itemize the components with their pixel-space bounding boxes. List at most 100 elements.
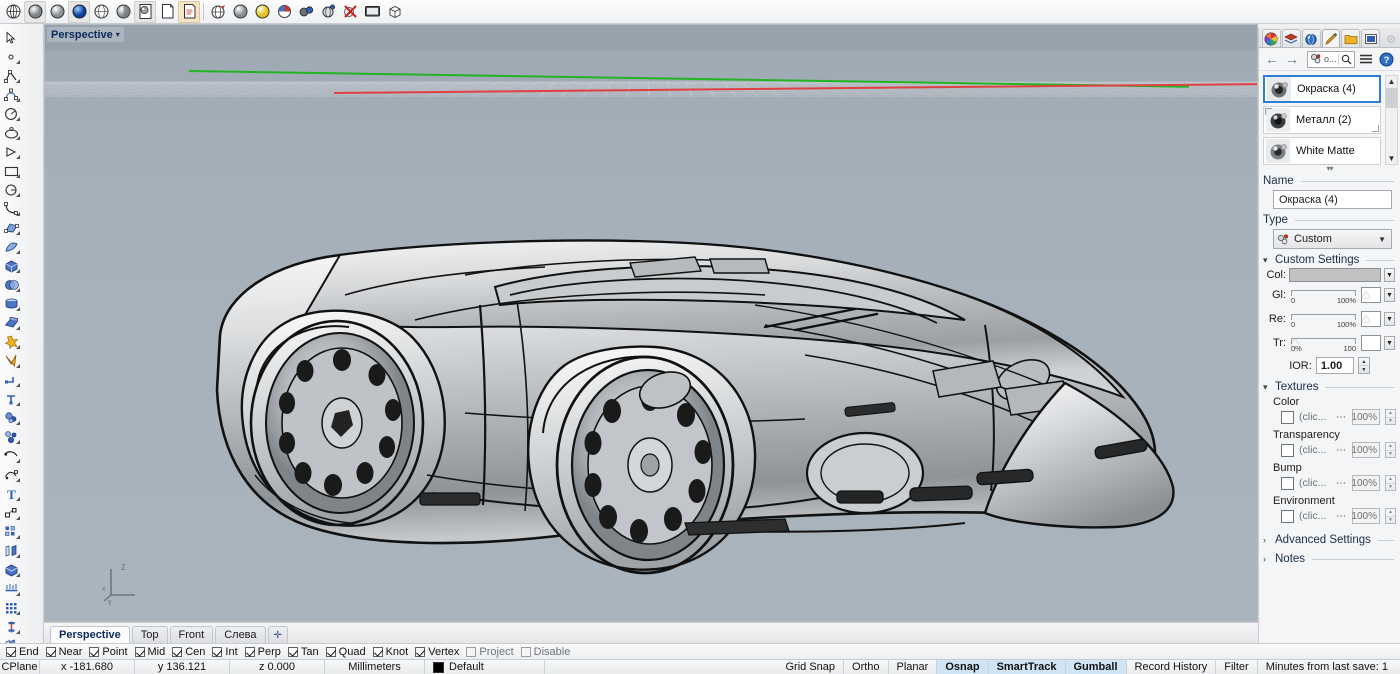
texture-color-click-label[interactable]: (clic...	[1299, 411, 1331, 423]
rendered-viewport-icon[interactable]	[46, 1, 68, 23]
checkbox[interactable]	[245, 647, 255, 657]
box-edit-icon[interactable]	[0, 560, 22, 579]
scroll-up-arrow-icon[interactable]: ▲	[1388, 76, 1396, 87]
stepper-up-arrow[interactable]: ▲	[1386, 410, 1395, 418]
checkbox[interactable]	[415, 647, 425, 657]
osnap-cen[interactable]: Cen	[170, 645, 210, 659]
status-toggle-planar[interactable]: Planar	[889, 660, 938, 674]
tab-render-globe[interactable]	[1302, 29, 1321, 47]
blend-curve-icon[interactable]	[0, 427, 22, 446]
checkbox[interactable]	[135, 647, 145, 657]
checkbox[interactable]	[326, 647, 336, 657]
display-monitor-icon[interactable]	[361, 1, 383, 23]
advanced-settings-header[interactable]: › Advanced Settings	[1259, 526, 1400, 547]
texture-transparency-amount[interactable]: 100%	[1352, 442, 1380, 458]
render-globe-arrow-icon[interactable]	[207, 1, 229, 23]
osnap-point[interactable]: Point	[87, 645, 132, 659]
panel-splitter[interactable]: ▾▾	[1259, 164, 1400, 172]
checkbox[interactable]	[46, 647, 56, 657]
checkbox[interactable]	[466, 647, 476, 657]
material-list[interactable]: Окраска (4) Металл (2)	[1263, 75, 1396, 165]
material-sphere-icon[interactable]	[229, 1, 251, 23]
stepper-up-arrow[interactable]: ▲	[1359, 358, 1369, 366]
tab-layers[interactable]	[1282, 29, 1301, 47]
status-toggle-record-history[interactable]: Record History	[1127, 660, 1217, 674]
light-bulb-icon[interactable]	[251, 1, 273, 23]
notes-header[interactable]: › Notes	[1259, 547, 1400, 566]
slider-knob[interactable]	[1362, 291, 1371, 298]
help-icon[interactable]: ?	[1377, 50, 1395, 68]
shaded-viewport-icon[interactable]	[24, 1, 46, 23]
material-list-item-metall[interactable]: Металл (2)	[1263, 106, 1381, 134]
osnap-project[interactable]: Project	[464, 645, 518, 659]
search-input[interactable]: o...	[1324, 54, 1338, 64]
polyline-icon[interactable]	[0, 66, 22, 85]
status-toggle-osnap[interactable]: Osnap	[937, 660, 988, 674]
texture-bump-amount[interactable]: 100%	[1352, 475, 1380, 491]
ground-plane-icon[interactable]	[317, 1, 339, 23]
texture-bump-checkbox[interactable]	[1281, 477, 1294, 490]
texture-transparency-more-button[interactable]: ⋯	[1336, 445, 1347, 456]
osnap-end[interactable]: End	[4, 645, 44, 659]
status-toggle-filter[interactable]: Filter	[1216, 660, 1257, 674]
viewport-tab-perspective[interactable]: Perspective	[50, 626, 130, 643]
checkbox[interactable]	[373, 647, 383, 657]
reflect-slider[interactable]: 0 100%	[1289, 308, 1358, 330]
texture-environment-click-label[interactable]: (clic...	[1299, 510, 1331, 522]
search-icon[interactable]	[1338, 54, 1354, 65]
stepper-up-arrow[interactable]: ▲	[1386, 509, 1395, 517]
osnap-mid[interactable]: Mid	[133, 645, 171, 659]
osnap-near[interactable]: Near	[44, 645, 88, 659]
curve-through-points-icon[interactable]	[0, 142, 22, 161]
expand-twisty-icon[interactable]: ›	[1263, 554, 1271, 564]
back-arrow-icon[interactable]: ←	[1263, 50, 1281, 68]
boolean-union-icon[interactable]	[0, 275, 22, 294]
texture-environment-checkbox[interactable]	[1281, 510, 1294, 523]
scroll-down-arrow-icon[interactable]: ▼	[1388, 153, 1396, 164]
forward-arrow-icon[interactable]: →	[1283, 50, 1301, 68]
stepper-down-arrow[interactable]: ▼	[1359, 366, 1369, 373]
control-point-curve-icon[interactable]	[0, 85, 22, 104]
viewport-tab-top[interactable]: Top	[132, 626, 168, 643]
car-model-3d[interactable]	[165, 175, 1175, 595]
box-solid-icon[interactable]	[0, 256, 22, 275]
chevron-down-icon[interactable]: ▾	[116, 30, 120, 39]
point-object-icon[interactable]	[0, 47, 22, 66]
fillet-corner-icon[interactable]	[0, 408, 22, 427]
texture-transparency-checkbox[interactable]	[1281, 444, 1294, 457]
texture-bump-stepper[interactable]: ▲▼	[1385, 475, 1396, 491]
status-toggle-gumball[interactable]: Gumball	[1066, 660, 1127, 674]
texture-color-checkbox[interactable]	[1281, 411, 1294, 424]
texture-environment-stepper[interactable]: ▲▼	[1385, 508, 1396, 524]
ghosted-viewport-icon[interactable]	[90, 1, 112, 23]
status-toggle-smarttrack[interactable]: SmartTrack	[989, 660, 1066, 674]
material-search-box[interactable]: o...	[1307, 51, 1355, 68]
circle-icon[interactable]	[0, 104, 22, 123]
color-dropdown-arrow[interactable]: ▼	[1384, 268, 1395, 282]
gloss-slider[interactable]: 0 100%	[1289, 284, 1358, 306]
collapse-twisty-icon[interactable]: ▾	[1263, 382, 1271, 393]
gloss-dropdown-arrow[interactable]: ▼	[1384, 288, 1395, 302]
checkbox[interactable]	[288, 647, 298, 657]
texture-transparency-stepper[interactable]: ▲▼	[1385, 442, 1396, 458]
color-swatch[interactable]	[1289, 268, 1381, 282]
dimension-icon[interactable]	[0, 503, 22, 522]
status-toggle-grid-snap[interactable]: Grid Snap	[777, 660, 844, 674]
split-icon[interactable]	[0, 389, 22, 408]
texture-transparency-click-label[interactable]: (clic...	[1299, 444, 1331, 456]
texture-environment-more-button[interactable]: ⋯	[1336, 511, 1347, 522]
render-preview-icon[interactable]	[134, 1, 156, 23]
transparency-slider[interactable]: 0% 100	[1289, 332, 1358, 354]
material-type-dropdown[interactable]: Custom ▼	[1273, 229, 1392, 249]
freeform-curve-icon[interactable]	[0, 199, 22, 218]
stepper-up-arrow[interactable]: ▲	[1386, 443, 1395, 451]
ior-stepper[interactable]: ▲▼	[1358, 357, 1370, 374]
tab-options-gear[interactable]	[1381, 29, 1400, 47]
transparency-color-swatch[interactable]	[1361, 335, 1381, 351]
transform-icon[interactable]	[0, 541, 22, 560]
osnap-disable[interactable]: Disable	[519, 645, 576, 659]
text-object-icon[interactable]: T	[0, 484, 22, 503]
osnap-int[interactable]: Int	[210, 645, 242, 659]
texture-color-stepper[interactable]: ▲▼	[1385, 409, 1396, 425]
render-panel-icon[interactable]	[178, 1, 200, 23]
